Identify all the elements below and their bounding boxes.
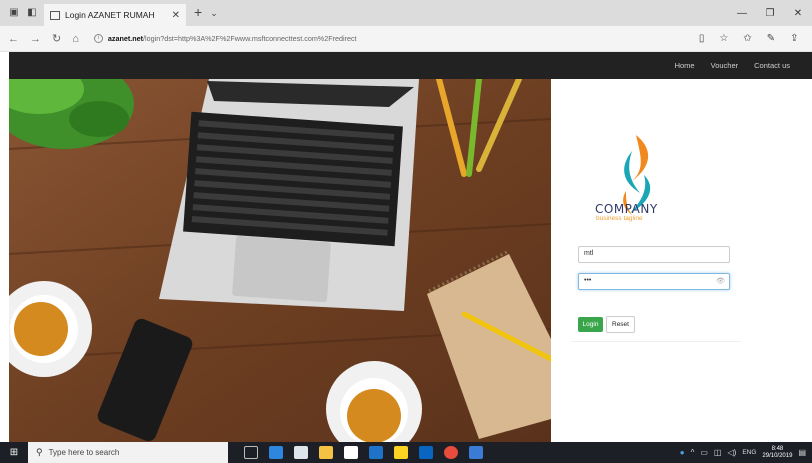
password-input[interactable]: •••	[578, 273, 730, 290]
favorites-icon[interactable]: ✩	[743, 33, 751, 44]
sticky-notes-icon[interactable]	[394, 446, 408, 459]
system-tray: ● ^ ▭ ◫ ◁) ENG 8:48 29/10/2019 ▤	[680, 442, 812, 463]
hero-photo	[9, 79, 551, 442]
site-info-icon[interactable]: i	[93, 34, 103, 43]
tab-title: Login AZANET RUMAH	[65, 10, 155, 20]
home-icon[interactable]: ⌂	[72, 33, 79, 45]
refresh-icon[interactable]: ↻	[52, 32, 61, 45]
divider	[571, 341, 741, 342]
file-explorer-icon[interactable]	[319, 446, 333, 459]
login-panel: COMPANY business tagline mtl ••• 👁 Login…	[551, 79, 812, 442]
company-tagline: business tagline	[596, 215, 643, 222]
minimize-icon[interactable]: —	[728, 8, 756, 19]
lightning-app-icon[interactable]	[269, 446, 283, 459]
tab-actions-icon[interactable]: ▣	[8, 7, 20, 19]
nav-contact-us[interactable]: Contact us	[754, 61, 790, 70]
edge-browser-icon[interactable]	[369, 446, 383, 459]
url-host: azanet.net	[107, 34, 144, 43]
username-input[interactable]: mtl	[578, 246, 730, 263]
clock[interactable]: 8:48 29/10/2019	[762, 446, 792, 460]
site-navbar: Home Voucher Contact us	[9, 52, 812, 79]
reset-button[interactable]: Reset	[606, 316, 635, 333]
taskbar-search-box[interactable]: ⚲ Type here to search	[28, 442, 228, 463]
browser-tab[interactable]: Login AZANET RUMAH ✕	[44, 4, 186, 26]
close-tab-icon[interactable]: ✕	[172, 10, 180, 21]
battery-icon[interactable]: ▭	[700, 448, 708, 457]
windows-start-icon[interactable]: ⊞	[0, 442, 28, 463]
forward-icon[interactable]: →	[30, 33, 41, 45]
set-aside-tabs-icon[interactable]: ◧	[26, 7, 38, 19]
laptop-image	[159, 79, 419, 311]
browser-tab-bar: ▣ ◧ Login AZANET RUMAH ✕ + ⌄ — ❐ ✕	[0, 0, 812, 26]
search-icon: ⚲	[36, 447, 43, 457]
address-bar: ← → ↻ ⌂ i azanet.net/login?dst=http%3A%2…	[0, 26, 812, 52]
login-button[interactable]: Login	[578, 317, 603, 332]
clock-time: 8:48	[771, 445, 784, 452]
app-icon[interactable]	[469, 446, 483, 459]
close-window-icon[interactable]: ✕	[784, 8, 812, 19]
nav-home[interactable]: Home	[675, 61, 695, 70]
user-avatar-icon[interactable]: ●	[680, 448, 685, 457]
page-icon	[50, 10, 60, 20]
chevron-up-icon[interactable]: ^	[691, 448, 695, 457]
back-icon[interactable]: ←	[8, 33, 19, 45]
url-field[interactable]: i azanet.net/login?dst=http%3A%2F%2Fwww.…	[90, 30, 680, 48]
pen-icon[interactable]: ✎	[767, 33, 775, 44]
show-password-icon[interactable]: 👁	[716, 277, 725, 285]
taskbar-apps	[244, 442, 483, 463]
mail-icon[interactable]	[294, 446, 308, 459]
restore-icon[interactable]: ❐	[756, 8, 784, 19]
window-controls: — ❐ ✕	[728, 0, 812, 26]
clock-date: 29/10/2019	[762, 452, 793, 459]
share-icon[interactable]: ⇪	[790, 33, 798, 44]
notifications-icon[interactable]: ▤	[798, 448, 806, 457]
nav-voucher[interactable]: Voucher	[711, 61, 739, 70]
outlook-icon[interactable]	[419, 446, 433, 459]
chevron-down-icon[interactable]: ⌄	[210, 8, 218, 26]
company-logo-text: COMPANY	[595, 202, 658, 216]
url-path: /login?dst=http%3A%2F%2Fwww.msftconnectt…	[143, 34, 357, 43]
task-view-icon[interactable]	[244, 446, 258, 459]
chrome-icon[interactable]	[444, 446, 458, 459]
network-icon[interactable]: ◫	[714, 448, 722, 457]
store-icon[interactable]	[344, 446, 358, 459]
new-tab-icon[interactable]: +	[186, 1, 210, 26]
volume-icon[interactable]: ◁)	[727, 448, 736, 457]
windows-taskbar: ⊞ ⚲ Type here to search ● ^ ▭ ◫ ◁) ENG 8…	[0, 442, 812, 463]
reading-view-icon[interactable]: ▯	[699, 33, 705, 44]
favorite-star-icon[interactable]: ☆	[719, 33, 728, 44]
taskbar-search-placeholder: Type here to search	[48, 448, 120, 457]
language-indicator[interactable]: ENG	[742, 449, 756, 456]
